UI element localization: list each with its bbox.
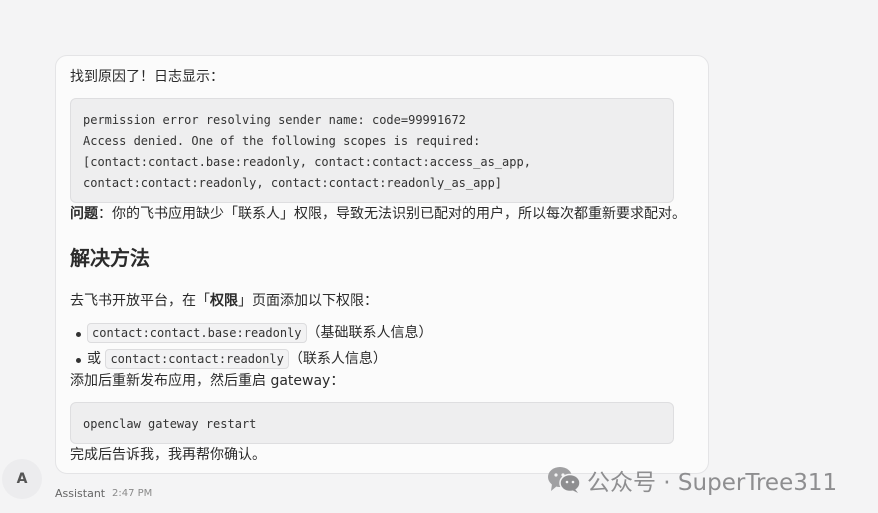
step-bold: 权限 xyxy=(210,293,238,309)
problem-label: 问题 xyxy=(70,206,98,222)
problem-text: ：你的飞书应用缺少「联系人」权限，导致无法识别已配对的用户，所以每次都重新要求配… xyxy=(98,206,686,222)
step-suffix: 」页面添加以下权限： xyxy=(238,293,378,309)
sender-name: Assistant xyxy=(55,487,106,500)
watermark-text: 公众号 · SuperTree311 xyxy=(587,470,838,496)
intro-text: 找到原因了！日志显示： xyxy=(70,69,224,85)
solution-heading: 解决方法 xyxy=(70,246,150,270)
bullet-item: 或 contact:contact:readonly （联系人信息） xyxy=(70,349,387,369)
message-timestamp: 2:47 PM xyxy=(112,488,153,499)
log-line: contact:contact:readonly, contact:contac… xyxy=(83,176,503,190)
restart-command: openclaw gateway restart xyxy=(83,417,257,431)
closing-text: 完成后告诉我，我再帮你确认。 xyxy=(70,447,266,463)
command-code-block: openclaw gateway restart xyxy=(70,402,674,444)
restart-text: 添加后重新发布应用，然后重启 gateway： xyxy=(70,373,345,389)
step-paragraph: 去飞书开放平台，在「权限」页面添加以下权限： xyxy=(70,291,378,311)
message-bubble: 找到原因了！日志显示： permission error resolving s… xyxy=(55,55,709,474)
wechat-icon xyxy=(548,467,581,493)
permission-code: contact:contact:readonly xyxy=(105,349,289,369)
bullet-note: （基础联系人信息） xyxy=(306,325,433,341)
avatar: A xyxy=(2,459,42,499)
bullet-item: contact:contact.base:readonly （基础联系人信息） xyxy=(70,323,433,343)
bullet-prefix: 或 xyxy=(87,351,101,367)
problem-paragraph: 问题：你的飞书应用缺少「联系人」权限，导致无法识别已配对的用户，所以每次都重新要… xyxy=(70,204,686,224)
bullet-note: （联系人信息） xyxy=(288,351,387,367)
permission-code: contact:contact.base:readonly xyxy=(87,323,307,343)
bullet-dot xyxy=(76,332,81,337)
bullet-dot xyxy=(76,358,81,363)
log-line: permission error resolving sender name: … xyxy=(83,113,466,127)
watermark: 公众号 · SuperTree311 xyxy=(547,464,837,496)
step-prefix: 去飞书开放平台，在「 xyxy=(70,293,210,309)
log-line: [contact:contact.base:readonly, contact:… xyxy=(83,155,531,169)
log-code-block: permission error resolving sender name: … xyxy=(70,98,674,203)
log-line: Access denied. One of the following scop… xyxy=(83,134,481,148)
